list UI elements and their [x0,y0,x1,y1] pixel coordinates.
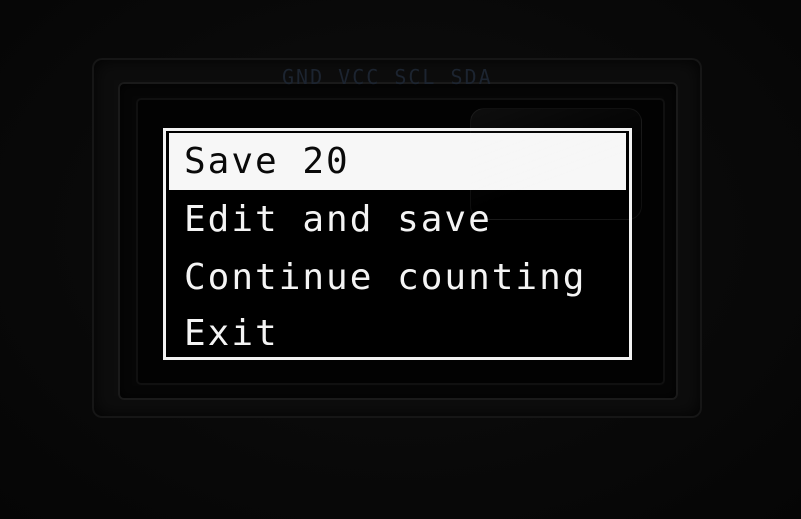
menu-item-continue-counting[interactable]: Continue counting [169,249,626,306]
menu-item-exit[interactable]: Exit [169,305,626,362]
glass-glare-reflection [470,108,642,220]
pin-label-silkscreen: GND VCC SCL SDA [282,66,493,88]
